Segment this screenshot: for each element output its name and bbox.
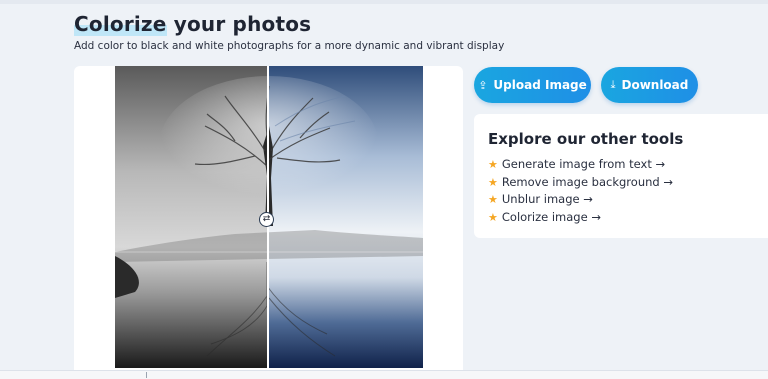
download-label: Download [621, 78, 689, 92]
tool-link-colorize-image[interactable]: ★ Colorize image → [488, 209, 673, 227]
tool-link-remove-background[interactable]: ★ Remove image background → [488, 174, 673, 192]
upload-icon: ⇪ [478, 78, 488, 92]
compare-arrows-icon[interactable]: ⇄ [259, 212, 274, 227]
star-icon: ★ [488, 193, 498, 206]
star-icon: ★ [488, 210, 498, 224]
upload-image-button[interactable]: ⇪ Upload Image [474, 67, 591, 103]
tool-link-label: Colorize image → [501, 209, 601, 224]
before-after-comparison[interactable]: ⇄ [115, 66, 423, 368]
download-button[interactable]: ⤓ Download [601, 67, 698, 103]
page-title: Colorize your photos [74, 12, 311, 36]
tool-link-generate-image[interactable]: ★ Generate image from text → [488, 156, 673, 174]
page-title-rest: your photos [166, 12, 312, 36]
star-icon: ★ [488, 175, 498, 189]
tool-link-label: Remove image background → [501, 174, 673, 189]
download-icon: ⤓ [610, 78, 616, 91]
upload-image-label: Upload Image [493, 78, 587, 92]
other-tools-title: Explore our other tools [488, 130, 684, 148]
bottom-bar-divider [146, 372, 147, 378]
page-title-highlight: Colorize [74, 12, 167, 36]
other-tools-list: ★ Generate image from text → ★ Remove imag… [488, 156, 673, 226]
tool-link-unblur-image[interactable]: ★ Unblur image → [488, 191, 673, 209]
tool-link-label: Unblur image → [501, 192, 593, 206]
other-tools-card: Explore our other tools ★ Generate image … [474, 114, 768, 238]
star-icon: ★ [488, 158, 498, 171]
page-subtitle: Add color to black and white photographs… [74, 40, 505, 52]
tool-link-label: Generate image from text → [501, 157, 666, 171]
top-bar-edge [0, 0, 768, 4]
